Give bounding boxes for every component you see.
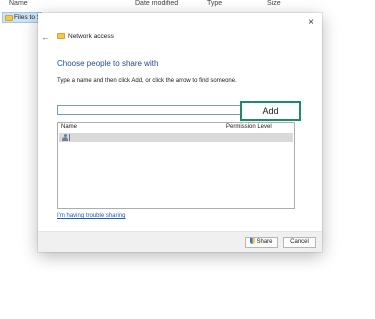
dialog-footer: Share Cancel <box>38 231 322 252</box>
column-size[interactable]: Size <box>267 0 281 7</box>
column-name[interactable]: Name <box>9 0 28 7</box>
dialog-title-text: Network access <box>68 33 114 40</box>
selected-folder-item[interactable]: Files to S <box>2 12 42 23</box>
user-icon <box>62 134 68 141</box>
file-list-header: Name Date modified Type Size <box>0 0 375 10</box>
column-type[interactable]: Type <box>207 0 222 7</box>
folder-icon <box>5 15 13 22</box>
column-date-modified[interactable]: Date modified <box>135 0 178 7</box>
back-arrow-icon: ← <box>41 32 50 42</box>
name-input[interactable] <box>57 105 241 115</box>
close-button[interactable]: × <box>304 16 318 30</box>
add-button[interactable]: Add <box>240 101 301 121</box>
share-list: Name Permission Level <box>57 122 295 209</box>
column-header-permission-level[interactable]: Permission Level <box>226 123 272 132</box>
close-icon: × <box>308 17 314 28</box>
network-access-dialog: × ← Network access Choose people to shar… <box>38 13 322 252</box>
cancel-button[interactable]: Cancel <box>283 237 316 248</box>
shield-icon <box>250 238 256 244</box>
dialog-title: Network access <box>57 32 114 42</box>
column-header-name[interactable]: Name <box>61 123 77 132</box>
list-item[interactable] <box>59 133 293 142</box>
trouble-sharing-link[interactable]: I'm having trouble sharing <box>57 213 126 219</box>
instructions-text: Type a name and then click Add, or click… <box>57 78 237 84</box>
page-heading: Choose people to share with <box>57 59 159 68</box>
share-button-label: Share <box>256 239 273 245</box>
text-cursor <box>69 134 70 141</box>
list-header: Name Permission Level <box>58 123 294 132</box>
back-button[interactable]: ← <box>41 32 51 42</box>
share-button[interactable]: Share <box>245 237 278 248</box>
folder-icon <box>57 33 65 40</box>
